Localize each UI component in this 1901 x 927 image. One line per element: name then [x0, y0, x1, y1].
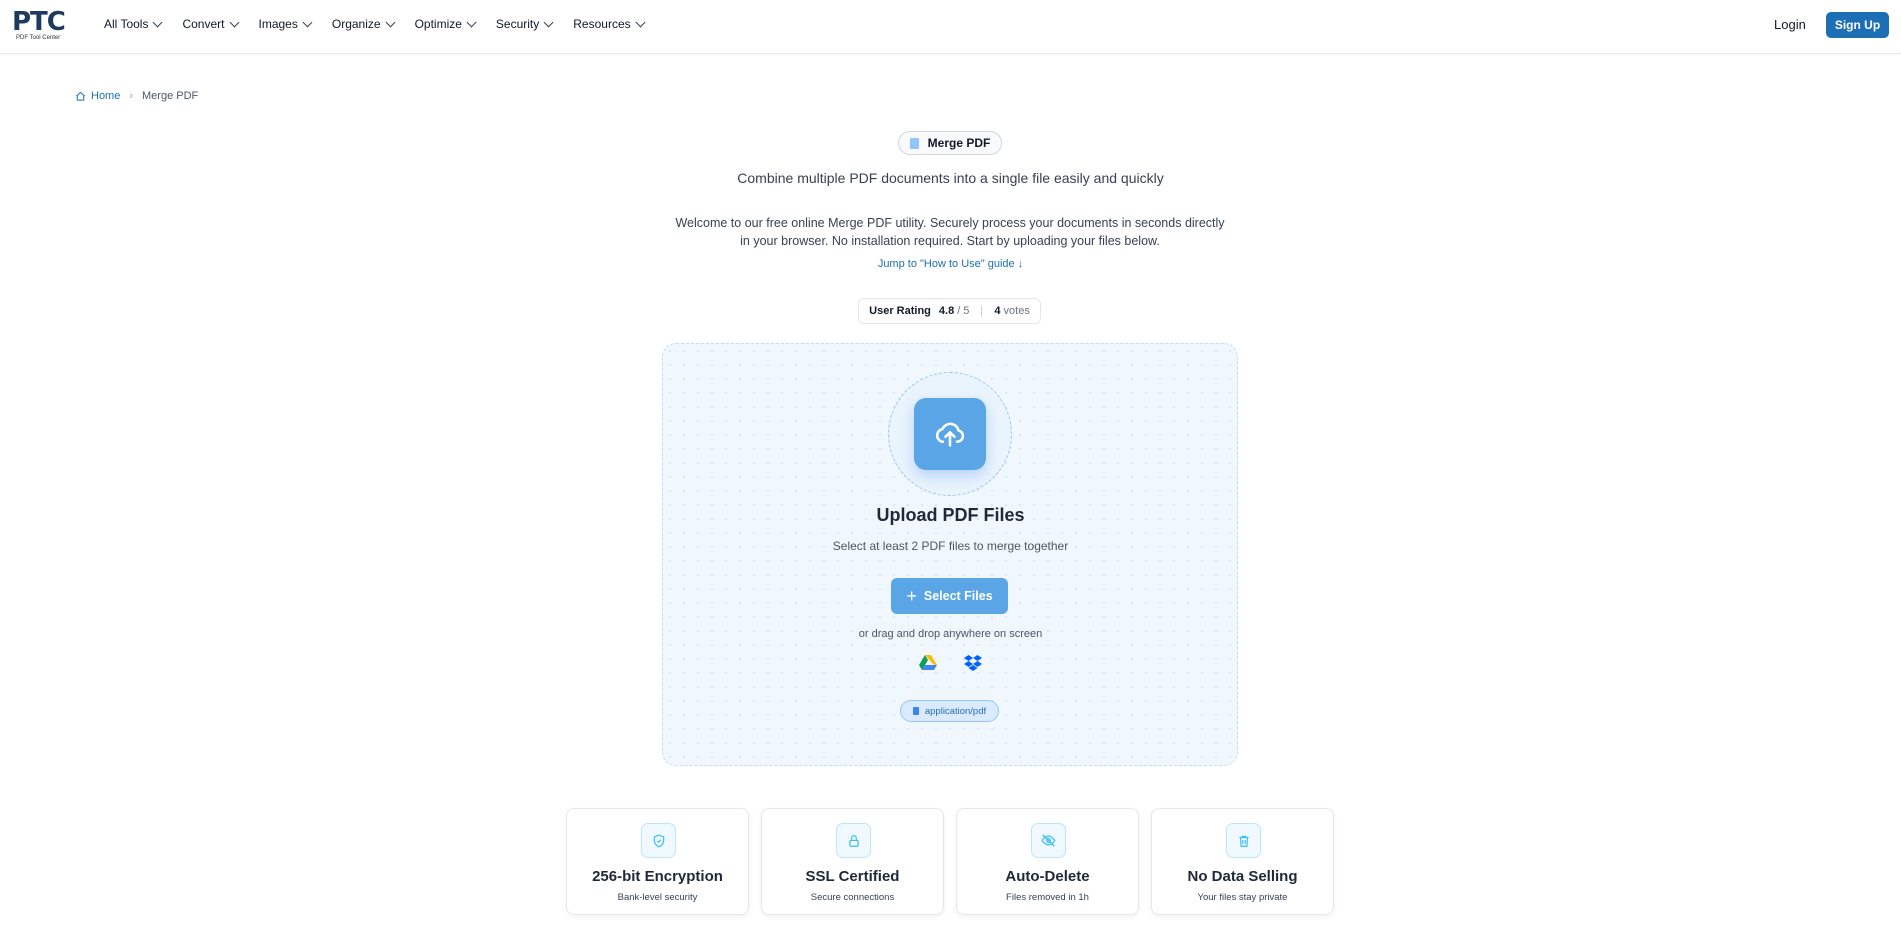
logo-text: PTC [12, 7, 66, 37]
logo-subtext: PDF Tool Center [16, 35, 61, 41]
nav-security[interactable]: Security [496, 17, 554, 31]
nav-organize[interactable]: Organize [332, 17, 396, 31]
page-title: Merge PDF [898, 131, 1002, 155]
nav-optimize[interactable]: Optimize [415, 17, 477, 31]
nav-all-tools[interactable]: All Tools [104, 17, 163, 31]
feature-title: No Data Selling [1187, 868, 1298, 885]
drag-drop-hint: or drag and drop anywhere on screen [858, 628, 1043, 640]
feature-title: Auto-Delete [1005, 868, 1090, 885]
feature-subtitle: Your files stay private [1197, 892, 1288, 903]
page-description: Welcome to our free online Merge PDF uti… [675, 216, 1225, 248]
upload-subtitle: Select at least 2 PDF files to merge tog… [832, 539, 1069, 553]
chevron-down-icon [466, 17, 477, 27]
feature-subtitle: Bank-level security [617, 892, 698, 903]
select-files-button[interactable]: + Select Files [891, 578, 1008, 614]
site-logo[interactable]: PTC PDF Tool Center [12, 8, 72, 44]
chevron-down-icon [229, 17, 239, 27]
signup-button[interactable]: Sign Up [1826, 12, 1889, 38]
feature-subtitle: Secure connections [810, 892, 895, 903]
breadcrumb-current: Merge PDF [142, 90, 199, 102]
chevron-down-icon [302, 17, 313, 27]
accepted-type-badge: application/pdf [900, 700, 999, 722]
feature-card-encryption: 256-bit Encryption Bank-level security [566, 808, 749, 915]
feature-title: 256-bit Encryption [592, 868, 723, 885]
eye-off-icon [1031, 823, 1066, 858]
breadcrumb-separator: › [129, 90, 134, 102]
shield-icon [641, 823, 676, 858]
file-icon [912, 707, 919, 715]
cloud-upload-icon[interactable] [914, 398, 986, 470]
feature-card-no-data-selling: No Data Selling Your files stay private [1151, 808, 1334, 915]
home-icon [76, 91, 85, 101]
lock-icon [836, 823, 871, 858]
nav-convert[interactable]: Convert [182, 17, 239, 31]
feature-subtitle: Files removed in 1h [1006, 892, 1089, 903]
rating-divider [981, 305, 983, 317]
upload-title: Upload PDF Files [876, 505, 1025, 525]
chevron-down-icon [543, 17, 554, 27]
breadcrumb: Home › Merge PDF [75, 90, 198, 102]
votes-count: 4 [994, 305, 1001, 317]
nav-resources[interactable]: Resources [573, 17, 646, 31]
rating-value: 4.8 [938, 305, 955, 317]
feature-title: SSL Certified [805, 868, 900, 885]
jump-to-guide-link[interactable]: Jump to "How to Use" guide ↓ [0, 258, 1901, 270]
main-nav: All Tools Convert Images Organize Optimi… [104, 0, 665, 48]
chevron-down-icon [635, 17, 646, 27]
user-rating: User Rating 4.8 / 5 4 votes [858, 298, 1041, 324]
chevron-down-icon [153, 17, 163, 27]
trash-icon [1226, 823, 1261, 858]
plus-icon: + [906, 586, 917, 606]
google-drive-icon[interactable] [919, 655, 937, 671]
login-link[interactable]: Login [1774, 17, 1806, 32]
breadcrumb-home[interactable]: Home [75, 90, 120, 102]
feature-card-auto-delete: Auto-Delete Files removed in 1h [956, 808, 1139, 915]
votes-label: votes [1003, 305, 1030, 317]
feature-card-ssl: SSL Certified Secure connections [761, 808, 944, 915]
top-navbar: PTC PDF Tool Center All Tools Convert Im… [0, 0, 1901, 54]
file-icon [909, 137, 919, 149]
rating-out-of: / 5 [957, 305, 970, 317]
page-subtitle: Combine multiple PDF documents into a si… [737, 170, 1164, 186]
nav-images[interactable]: Images [259, 17, 313, 31]
dropbox-icon[interactable] [964, 655, 982, 671]
chevron-down-icon [385, 17, 396, 27]
rating-label: User Rating [869, 305, 931, 317]
